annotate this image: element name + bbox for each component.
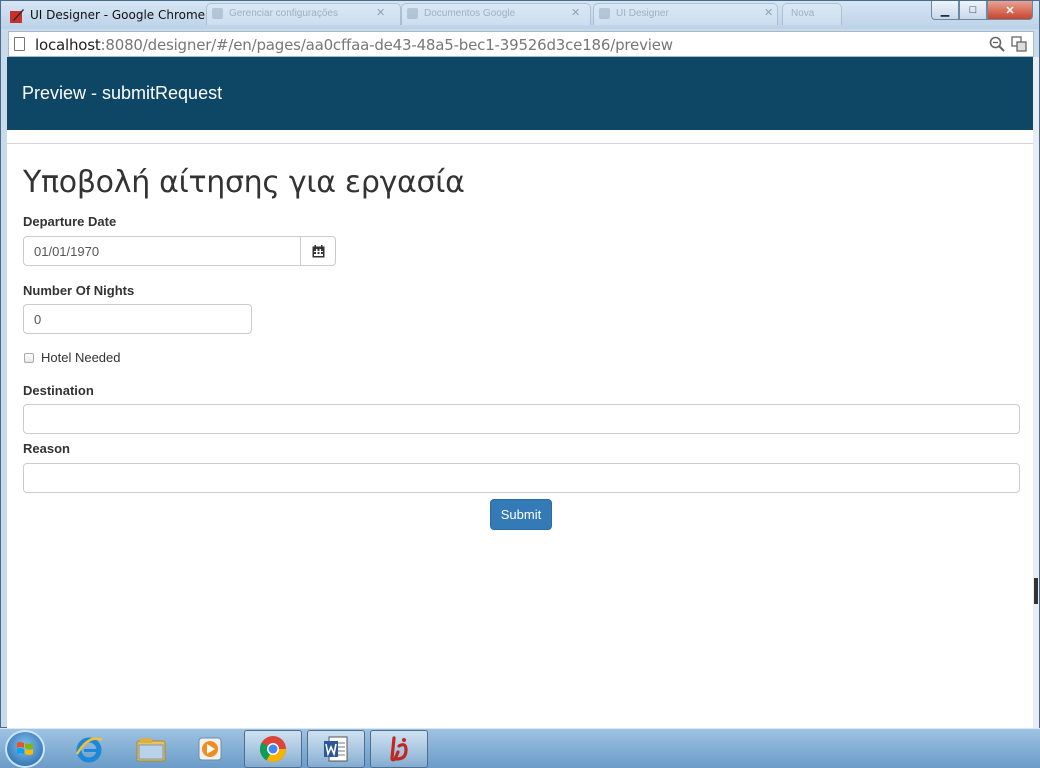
url-text[interactable]: localhost:8080/designer/#/en/pages/aa0cf… xyxy=(35,36,673,54)
number-of-nights-label: Number Of Nights xyxy=(23,283,135,298)
background-tab-3[interactable]: UI Designer xyxy=(593,3,778,25)
submit-button[interactable]: Submit xyxy=(490,499,552,530)
new-tab-button[interactable]: Nova xyxy=(782,3,842,25)
scrollbar[interactable] xyxy=(1033,57,1039,728)
title-bar[interactable]: UI Designer - Google Chrome Gerenciar co… xyxy=(1,1,1039,29)
tab-favicon-icon xyxy=(212,8,223,19)
page-viewport: Preview - submitRequest Υποβολή αίτησης … xyxy=(7,57,1033,728)
chrome-icon[interactable] xyxy=(244,730,302,768)
minimize-button[interactable]: ▁ xyxy=(931,1,959,20)
tab-close-icon[interactable]: ✕ xyxy=(571,6,580,19)
window-controls: ▁ □ ✕ xyxy=(931,1,1033,21)
destination-input[interactable] xyxy=(23,404,1020,434)
destination-label: Destination xyxy=(23,383,94,398)
maximize-button[interactable]: □ xyxy=(959,1,987,20)
word-icon[interactable] xyxy=(307,730,365,768)
tab-favicon-icon xyxy=(599,8,610,19)
reason-label: Reason xyxy=(23,441,70,456)
hotel-needed-label[interactable]: Hotel Needed xyxy=(41,350,121,365)
translate-icon[interactable] xyxy=(1011,36,1027,52)
background-tab-1[interactable]: Gerenciar configurações xyxy=(206,3,401,25)
zoom-icon[interactable] xyxy=(989,36,1005,52)
taskbar xyxy=(0,728,1040,768)
tab-close-icon[interactable]: ✕ xyxy=(376,6,385,19)
request-form: Υποβολή αίτησης για εργασία Departure Da… xyxy=(23,165,1020,530)
address-bar-icons xyxy=(989,36,1027,52)
start-button[interactable] xyxy=(5,730,45,768)
address-bar[interactable]: localhost:8080/designer/#/en/pages/aa0cf… xyxy=(8,31,1034,57)
file-explorer-icon[interactable] xyxy=(122,730,180,768)
departure-date-label: Departure Date xyxy=(23,214,117,229)
number-of-nights-input[interactable]: 0 xyxy=(23,304,252,334)
bonita-icon[interactable] xyxy=(370,730,428,768)
hotel-needed-checkbox[interactable] xyxy=(24,353,34,363)
media-player-icon[interactable] xyxy=(182,730,240,768)
window-title: UI Designer - Google Chrome xyxy=(30,8,206,22)
calendar-button[interactable] xyxy=(300,236,336,266)
divider xyxy=(7,143,1033,144)
tab-close-icon[interactable]: ✕ xyxy=(764,6,773,19)
page-icon xyxy=(14,37,25,51)
background-tab-2[interactable]: Documentos Google xyxy=(401,3,591,25)
page-title: Υποβολή αίτησης για εργασία xyxy=(23,165,465,200)
windows-logo-icon xyxy=(17,742,33,755)
preview-title: Preview - submitRequest xyxy=(22,83,223,103)
preview-header: Preview - submitRequest xyxy=(7,57,1033,130)
ui-designer-icon xyxy=(10,9,24,23)
internet-explorer-icon[interactable] xyxy=(60,730,118,768)
calendar-icon xyxy=(312,244,324,257)
reason-input[interactable] xyxy=(23,463,1020,493)
close-button[interactable]: ✕ xyxy=(987,1,1033,20)
tab-favicon-icon xyxy=(407,8,418,19)
departure-date-input[interactable]: 01/01/1970 xyxy=(23,236,301,266)
scrollbar-thumb[interactable] xyxy=(1034,578,1038,604)
